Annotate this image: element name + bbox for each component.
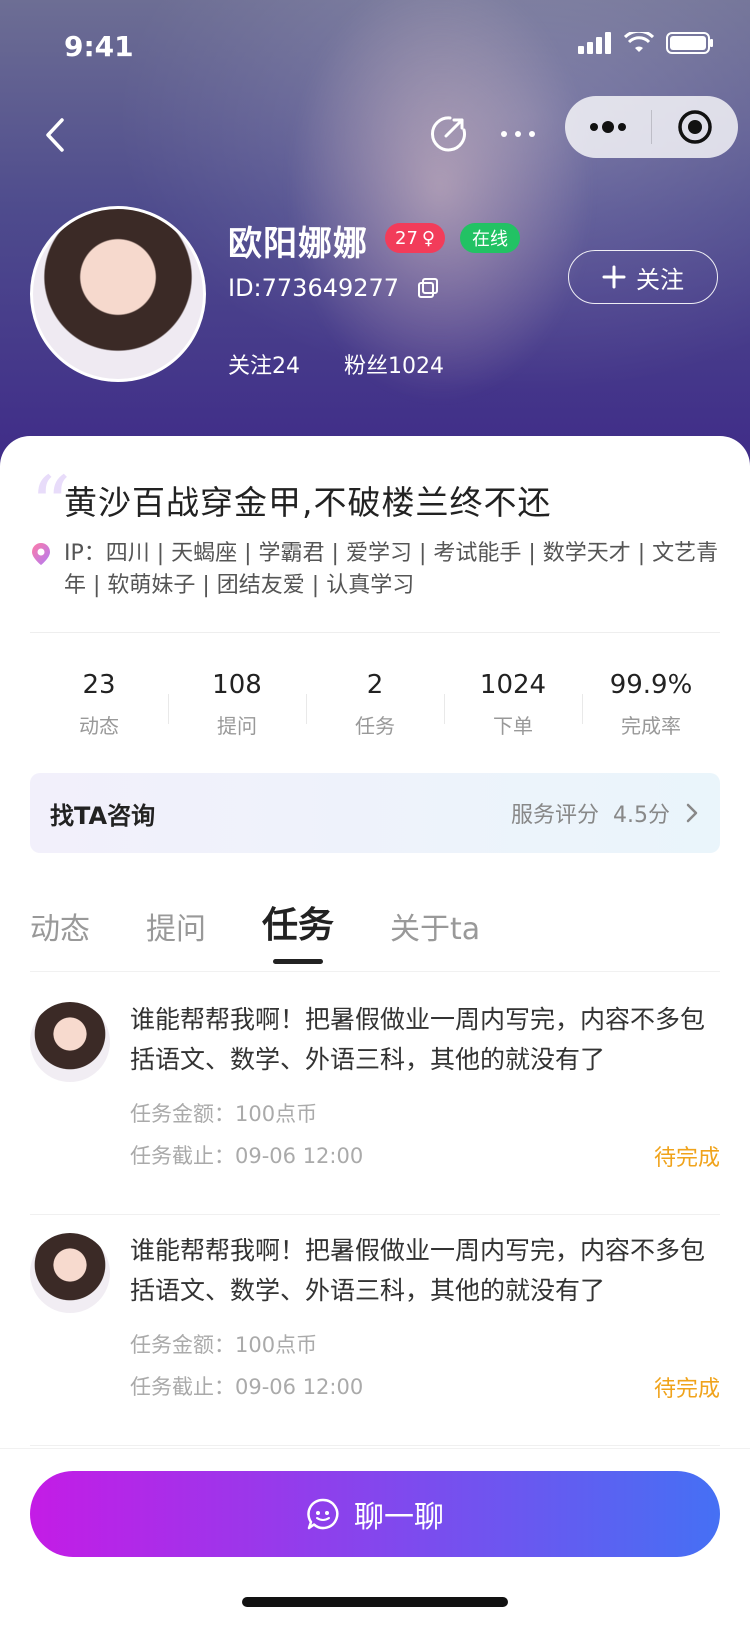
bottom-bar: 聊一聊 [0, 1448, 750, 1625]
stat-value: 1024 [479, 670, 547, 700]
task-item[interactable]: 谁能帮帮我啊！把暑假做业一周内写完，内容不多包括语文、数学、外语三科，其他的就没… [30, 1215, 720, 1446]
motto-text: 黄沙百战穿金甲,不破楼兰终不还 [64, 483, 552, 522]
chat-button[interactable]: 聊一聊 [30, 1471, 720, 1557]
more-button[interactable] [494, 110, 542, 158]
tab-tasks[interactable]: 任务 [262, 896, 334, 966]
tab-questions[interactable]: 提问 [146, 904, 206, 966]
stats-row: 23 动态 108 提问 2 任务 1024 下单 99.9% 完成率 [30, 670, 720, 760]
stat-questions[interactable]: 108 提问 [168, 670, 306, 760]
task-amount: 任务金额：100点币 [130, 1102, 318, 1126]
stat-completion-rate: 99.9% 完成率 [582, 670, 720, 760]
age-gender-badge: 27 ♀ [385, 223, 446, 253]
profile-avatar[interactable] [30, 206, 206, 382]
service-rating: 服务评分 4.5分 [511, 797, 720, 829]
task-content: 谁能帮帮我啊！把暑假做业一周内写完，内容不多包括语文、数学、外语三科，其他的就没… [130, 1005, 706, 1074]
ip-text: IP：四川 | 天蝎座 | 学霸君 | 爱学习 | 考试能手 | 数学天才 | … [64, 541, 719, 598]
status-icons [578, 32, 714, 54]
following-count[interactable]: 关注24 [228, 348, 300, 380]
home-indicator [242, 1597, 508, 1607]
location-pin-icon [32, 543, 50, 565]
miniprogram-capsule [565, 96, 738, 158]
online-badge: 在线 [460, 223, 520, 253]
ip-tags: IP：四川 | 天蝎座 | 学霸君 | 爱学习 | 考试能手 | 数学天才 | … [30, 538, 720, 602]
stat-value: 2 [366, 670, 384, 700]
stat-value: 23 [82, 670, 116, 700]
social-counts: 关注24 粉丝1024 [228, 348, 444, 380]
task-deadline: 任务截止：09-06 12:00 [130, 1375, 364, 1399]
task-content: 谁能帮帮我啊！把暑假做业一周内写完，内容不多包括语文、数学、外语三科，其他的就没… [130, 1236, 706, 1305]
tabs-divider [30, 971, 720, 972]
plus-icon [602, 265, 626, 289]
content-tabs: 动态 提问 任务 关于ta [30, 886, 720, 966]
chevron-left-icon [46, 118, 64, 152]
capsule-menu-button[interactable] [565, 96, 651, 158]
task-list: 谁能帮帮我啊！把暑假做业一周内写完，内容不多包括语文、数学、外语三科，其他的就没… [30, 984, 720, 1446]
wifi-icon [624, 32, 654, 52]
status-bar: 9:41 [0, 0, 750, 96]
profile-header: 9:41 欧阳娜娜 27 ♀ 在线 ID:773649277 关注 关注24 粉… [0, 0, 750, 470]
signal-icon [578, 32, 611, 54]
age-value: 27 [395, 227, 418, 249]
tab-posts[interactable]: 动态 [30, 904, 90, 966]
share-button[interactable] [424, 110, 472, 158]
consult-title: 找TA咨询 [50, 801, 156, 830]
profile-card: “ 黄沙百战穿金甲,不破楼兰终不还 IP：四川 | 天蝎座 | 学霸君 | 爱学… [0, 436, 750, 1624]
stat-label: 下单 [493, 714, 533, 738]
chevron-right-icon [686, 803, 698, 823]
task-deadline: 任务截止：09-06 12:00 [130, 1144, 364, 1168]
battery-icon [666, 32, 713, 54]
consult-banner[interactable]: 找TA咨询 服务评分 4.5分 [30, 773, 720, 853]
stat-value: 99.9% [609, 670, 693, 700]
stat-value: 108 [212, 670, 262, 700]
task-amount: 任务金额：100点币 [130, 1333, 318, 1357]
task-avatar [30, 1233, 110, 1313]
follow-label: 关注 [636, 265, 684, 294]
stat-label: 任务 [355, 714, 395, 738]
stat-label: 提问 [217, 714, 257, 738]
stat-posts[interactable]: 23 动态 [30, 670, 168, 760]
tab-about[interactable]: 关于ta [390, 904, 480, 966]
motto: “ 黄沙百战穿金甲,不破楼兰终不还 [30, 466, 720, 546]
share-icon [431, 116, 466, 152]
stat-tasks[interactable]: 2 任务 [306, 670, 444, 760]
user-id: ID:773649277 [228, 274, 400, 302]
status-time: 9:41 [64, 30, 134, 63]
capsule-dots-icon [590, 121, 626, 133]
copy-icon[interactable] [417, 277, 439, 299]
rating-value: 4.5分 [613, 803, 670, 828]
capsule-close-button[interactable] [652, 96, 738, 158]
rating-label: 服务评分 [510, 803, 599, 828]
task-item[interactable]: 谁能帮帮我啊！把暑假做业一周内写完，内容不多包括语文、数学、外语三科，其他的就没… [30, 984, 720, 1215]
stat-label: 完成率 [621, 714, 681, 738]
divider [30, 632, 720, 633]
stat-orders[interactable]: 1024 下单 [444, 670, 582, 760]
task-avatar [30, 1002, 110, 1082]
chat-bubble-icon [307, 1498, 339, 1530]
user-name: 欧阳娜娜 [228, 224, 368, 264]
user-id-row: ID:773649277 [228, 274, 439, 302]
stat-label: 动态 [79, 714, 119, 738]
back-button[interactable] [32, 110, 82, 160]
follow-button[interactable]: 关注 [568, 250, 718, 304]
task-status: 待完成 [653, 1377, 720, 1402]
task-status: 待完成 [653, 1146, 720, 1171]
nav-bar [0, 96, 750, 170]
capsule-target-icon [678, 110, 712, 144]
more-dots-icon [501, 131, 535, 137]
fans-count[interactable]: 粉丝1024 [344, 348, 444, 380]
female-icon: ♀ [421, 227, 436, 249]
chat-button-label: 聊一聊 [354, 1500, 444, 1535]
